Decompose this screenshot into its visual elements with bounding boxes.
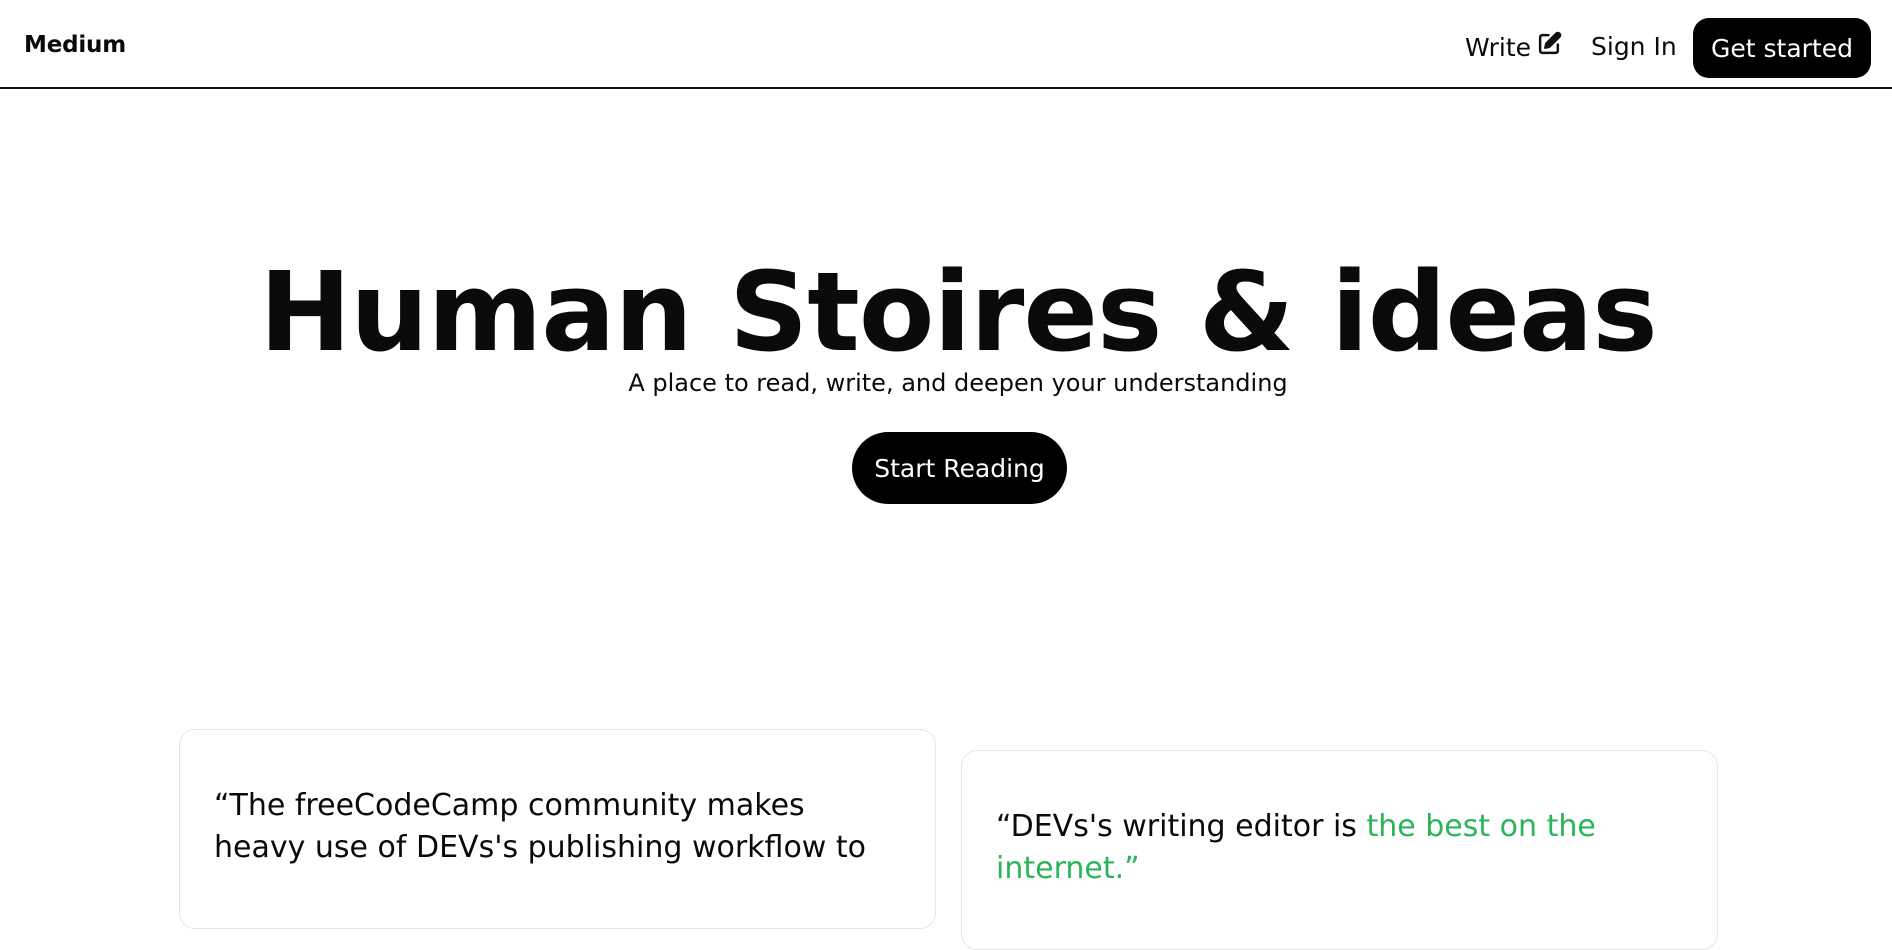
brand-logo[interactable]: Medium	[24, 30, 126, 60]
start-reading-button[interactable]: Start Reading	[852, 432, 1067, 504]
get-started-button[interactable]: Get started	[1693, 18, 1871, 78]
edit-icon	[1537, 31, 1562, 64]
testimonial-card: “DEVs's writing editor is the best on th…	[961, 750, 1718, 950]
testimonial-card: “The freeCodeCamp community makes heavy …	[179, 729, 936, 929]
hero-title: Human Stoires & ideas	[259, 248, 1658, 376]
top-navbar: Medium Write Sign In Get started	[0, 0, 1892, 89]
write-link[interactable]: Write	[1465, 31, 1562, 64]
testimonial-quote: “DEVs's writing editor is the best on th…	[996, 806, 1686, 890]
testimonial-quote: “The freeCodeCamp community makes heavy …	[214, 788, 866, 865]
hero-subtitle: A place to read, write, and deepen your …	[628, 369, 1288, 397]
quote-text: “DEVs's writing editor is	[996, 809, 1367, 844]
write-label: Write	[1465, 32, 1532, 62]
sign-in-link[interactable]: Sign In	[1591, 31, 1677, 63]
